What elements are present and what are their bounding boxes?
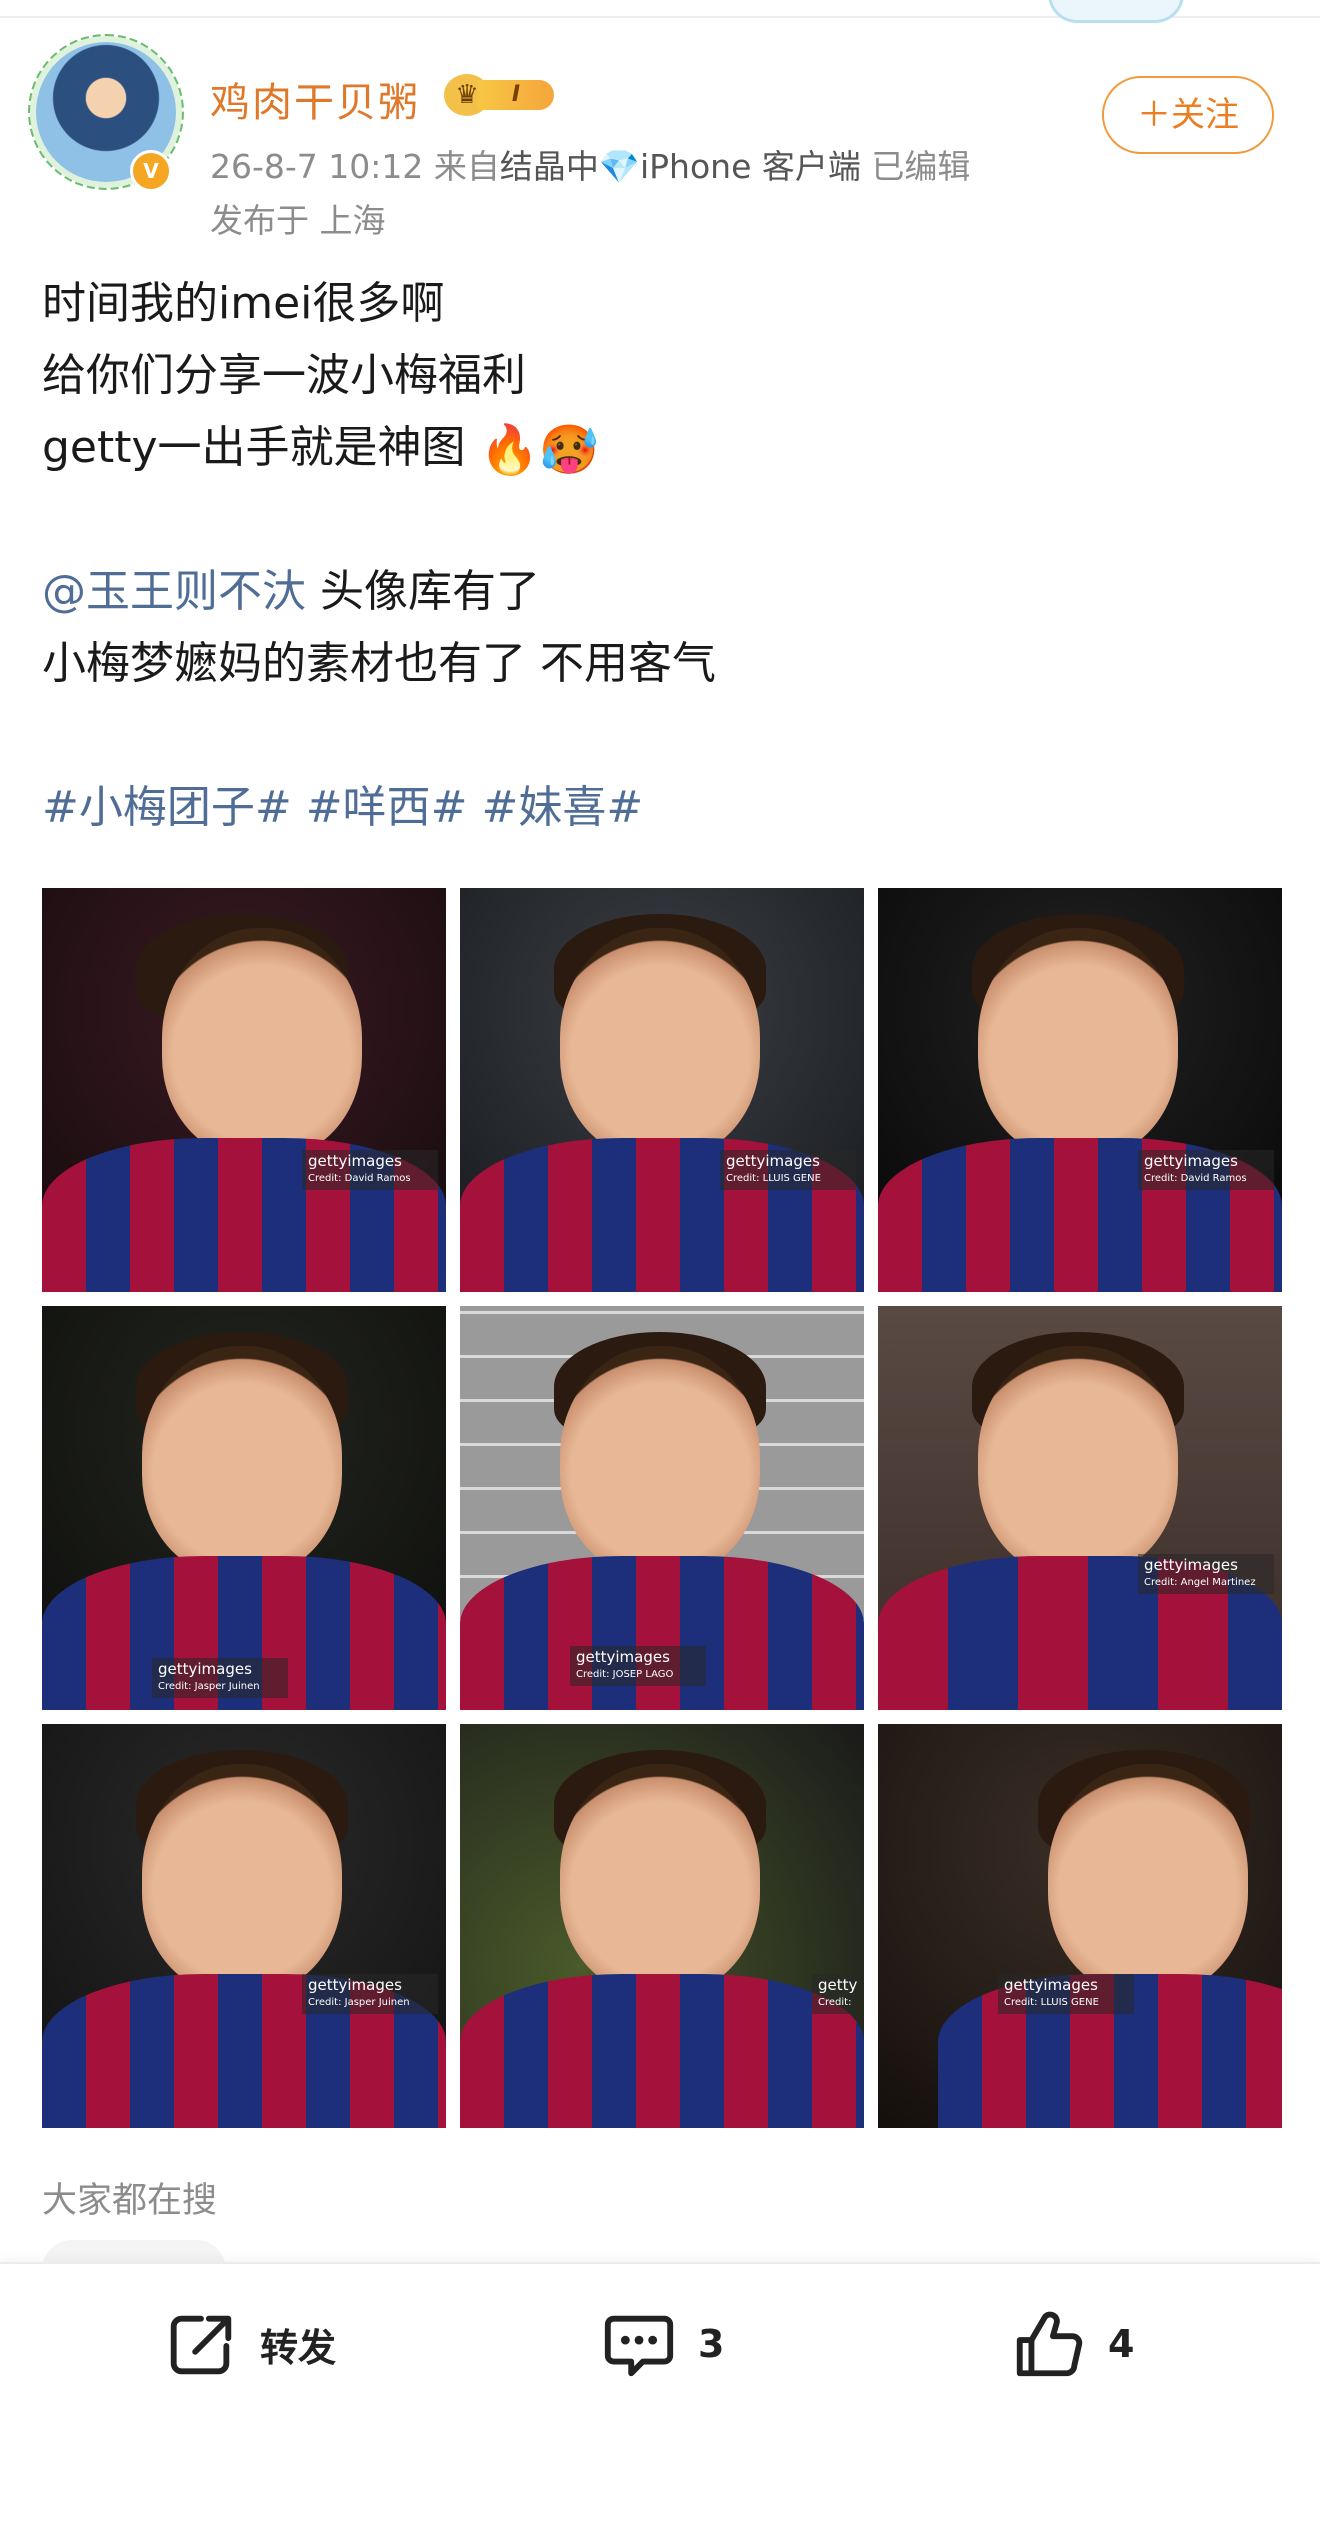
- photo-thumbnail[interactable]: gettyimages Credit: David Ramos: [878, 888, 1282, 1292]
- photo-thumbnail[interactable]: gettyimages Credit: Jasper Juinen: [42, 1306, 446, 1710]
- post-datetime: 26-8-7 10:12: [210, 147, 424, 186]
- repost-button[interactable]: 转发: [162, 2304, 336, 2384]
- watermark: gettyimages Credit: David Ramos: [1138, 1150, 1274, 1190]
- vip-badge[interactable]: ♛ I: [444, 74, 558, 116]
- post-meta: 26-8-7 10:12 来自结晶中💎iPhone 客户端 已编辑: [210, 140, 970, 188]
- source-prefix: 来自: [433, 147, 500, 186]
- edited-label[interactable]: 已编辑: [871, 147, 970, 186]
- photo-grid: gettyimages Credit: David Ramos gettyimag…: [42, 888, 1282, 2130]
- hashtag-link[interactable]: #小梅团子#: [42, 782, 292, 833]
- hashtag-link[interactable]: #妹喜#: [481, 782, 643, 833]
- watermark: gettyimages Credit: Jasper Juinen: [302, 1974, 438, 2014]
- watermark: gettyimages Credit: David Ramos: [302, 1150, 438, 1190]
- repost-icon: [170, 2315, 232, 2375]
- like-button[interactable]: 4: [1010, 2304, 1134, 2384]
- vip-level: I: [478, 80, 554, 110]
- username[interactable]: 鸡肉干贝粥: [210, 70, 420, 128]
- watermark: gettyimages Credit: LLUIS GENE: [998, 1974, 1134, 2014]
- like-count: 4: [1108, 2322, 1135, 2366]
- hashtag-link[interactable]: #咩西#: [306, 782, 468, 833]
- action-bar: 转发 3 4: [0, 2262, 1320, 2529]
- post-location: 发布于 上海: [210, 201, 386, 240]
- post-content: 时间我的imei很多啊 给你们分享一波小梅福利 getty一出手就是神图 🔥🥵 …: [42, 268, 1282, 844]
- diamond-icon: 💎: [598, 147, 640, 186]
- trending-search-label: 大家都在搜: [42, 2181, 218, 2221]
- follow-button[interactable]: ＋关注: [1102, 76, 1274, 154]
- watermark: gettyimages Credit: LLUIS GENE: [720, 1150, 856, 1190]
- repost-label: 转发: [260, 2325, 337, 2370]
- watermark: gettyimages Credit: Jasper Juinen: [152, 1658, 288, 1698]
- content-line: @玉王则不汏 头像库有了: [42, 566, 540, 617]
- thumbs-up-icon: [1016, 2311, 1083, 2377]
- photo-thumbnail[interactable]: gettyimages Credit: Angel Martinez: [878, 1306, 1282, 1710]
- content-line: 给你们分享一波小梅福利: [42, 350, 526, 401]
- photo-thumbnail[interactable]: gettyimages Credit: Jasper Juinen: [42, 1724, 446, 2128]
- comment-icon: [604, 2315, 674, 2377]
- photo-thumbnail[interactable]: gettyimages Credit: LLUIS GENE: [460, 888, 864, 1292]
- mention-link[interactable]: @玉王则不汏: [42, 566, 306, 617]
- comment-button[interactable]: 3: [600, 2304, 724, 2384]
- content-line: 时间我的imei很多啊: [42, 278, 445, 329]
- photo-thumbnail[interactable]: getty Credit:: [460, 1724, 864, 2128]
- photo-thumbnail[interactable]: gettyimages Credit: David Ramos: [42, 888, 446, 1292]
- fire-icon: 🔥: [479, 422, 540, 478]
- photo-thumbnail[interactable]: gettyimages Credit: LLUIS GENE: [878, 1724, 1282, 2128]
- verified-icon: V: [130, 150, 172, 192]
- photo-thumbnail[interactable]: gettyimages Credit: JOSEP LAGO: [460, 1306, 864, 1710]
- watermark: gettyimages Credit: JOSEP LAGO: [570, 1646, 706, 1686]
- source-name[interactable]: 结晶中: [500, 147, 599, 186]
- hot-face-icon: 🥵: [539, 422, 600, 478]
- content-line: 小梅梦嬷妈的素材也有了 不用客气: [42, 638, 716, 689]
- decoration-icon: [1048, 0, 1184, 23]
- comment-count: 3: [698, 2322, 725, 2366]
- watermark: getty Credit:: [812, 1974, 857, 2014]
- client-name[interactable]: iPhone 客户端: [640, 147, 861, 186]
- content-line: getty一出手就是神图 🔥🥵: [42, 412, 1282, 484]
- hashtag-row: #小梅团子# #咩西# #妹喜#: [42, 772, 1282, 844]
- watermark: gettyimages Credit: Angel Martinez: [1138, 1554, 1274, 1594]
